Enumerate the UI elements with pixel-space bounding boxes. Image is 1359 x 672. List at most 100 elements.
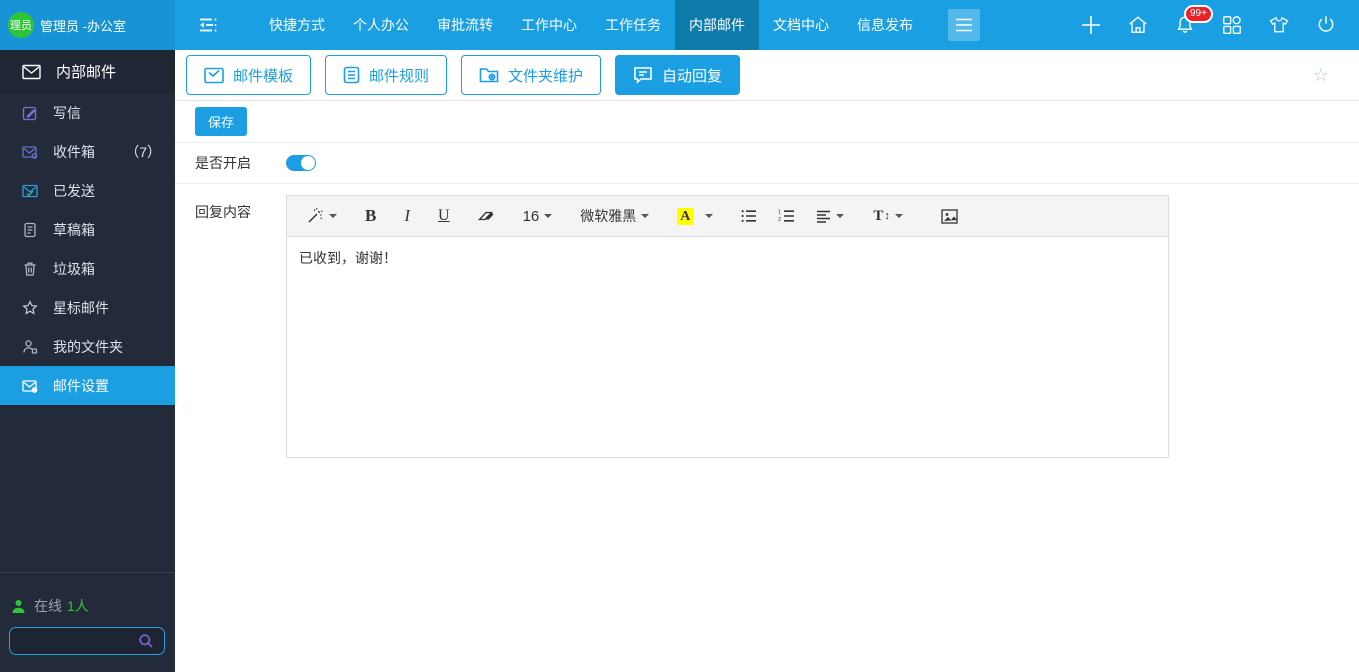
sidebar-item-trash[interactable]: 垃圾箱 — [0, 249, 175, 288]
notifications-bell-icon[interactable]: 99+ — [1174, 5, 1213, 38]
search-icon[interactable] — [138, 633, 154, 649]
mail-template-icon — [204, 67, 224, 84]
topbar: 理员 管理员 -办公室 快捷方式 个人办公 审批流转 工作中心 工作任务 内部邮… — [0, 0, 1359, 50]
svg-text:2: 2 — [778, 217, 781, 223]
sidebar-item-my-folders[interactable]: 我的文件夹 — [0, 327, 175, 366]
sent-icon — [22, 183, 38, 199]
avatar: 理员 — [8, 12, 34, 38]
sidebar-item-starred[interactable]: 星标邮件 — [0, 288, 175, 327]
home-icon[interactable] — [1127, 12, 1149, 38]
tab-mail-templates[interactable]: 邮件模板 — [186, 55, 312, 95]
apps-grid-icon[interactable] — [1221, 12, 1243, 38]
line-height-letter: T — [873, 207, 884, 224]
tab-auto-reply[interactable]: 自动回复 — [615, 55, 741, 95]
nav-item-personal-office[interactable]: 个人办公 — [339, 0, 423, 50]
settings-tabs-row: 邮件模板 邮件规则 文件夹维护 自动回复 ☆ — [175, 50, 1359, 101]
sidebar-item-label: 已发送 — [53, 182, 95, 199]
bold-button[interactable]: B — [361, 203, 380, 229]
sidebar-item-label: 我的文件夹 — [53, 338, 123, 355]
add-icon[interactable] — [1080, 12, 1102, 38]
sidebar-item-label: 邮件设置 — [53, 377, 109, 394]
sidebar-title: 内部邮件 — [0, 50, 175, 93]
save-row: 保存 — [175, 101, 1359, 143]
save-button[interactable]: 保存 — [195, 107, 248, 136]
enable-row: 是否开启 — [175, 143, 1359, 184]
notification-badge: 99+ — [1184, 5, 1213, 23]
dropdown-caret — [329, 214, 337, 218]
trash-icon — [22, 261, 38, 277]
online-user-icon — [11, 599, 26, 614]
star-icon — [22, 299, 38, 316]
enable-toggle[interactable] — [286, 155, 316, 171]
sidebar-item-label: 星标邮件 — [53, 299, 109, 316]
inbox-unread-count: （7） — [125, 143, 161, 160]
sidebar-title-label: 内部邮件 — [56, 64, 117, 81]
numbered-list-button[interactable]: 12 — [774, 206, 799, 226]
font-family-value: 微软雅黑 — [580, 208, 637, 224]
sidebar-item-mail-settings[interactable]: 邮件设置 — [0, 366, 175, 405]
sidebar-search — [9, 627, 166, 655]
nav-label: 快捷方式 — [269, 17, 325, 33]
mail-icon — [22, 64, 41, 80]
bold-label: B — [365, 206, 377, 225]
editor-content[interactable]: 已收到，谢谢！ — [287, 237, 1168, 457]
tab-mail-rules[interactable]: 邮件规则 — [325, 55, 448, 95]
tab-label: 邮件模板 — [233, 67, 294, 85]
font-family-select[interactable]: 微软雅黑 — [576, 203, 653, 229]
align-button[interactable] — [812, 207, 848, 226]
sidebar-footer: 在线 1人 — [0, 572, 175, 672]
sidebar-item-sent[interactable]: 已发送 — [0, 171, 175, 210]
nav-item-shortcuts[interactable]: 快捷方式 — [255, 0, 339, 50]
font-color-button[interactable]: A — [673, 205, 717, 228]
sidebar-item-label: 写信 — [53, 104, 81, 121]
magic-format-button[interactable] — [301, 204, 341, 229]
tab-label: 邮件规则 — [369, 67, 430, 85]
italic-button[interactable]: I — [400, 203, 414, 229]
nav-item-approval-flow[interactable]: 审批流转 — [423, 0, 507, 50]
main-nav: 快捷方式 个人办公 审批流转 工作中心 工作任务 内部邮件 文档中心 信息发布 — [175, 0, 1080, 50]
eraser-format-button[interactable] — [474, 206, 499, 227]
user-area[interactable]: 理员 管理员 -办公室 — [0, 0, 175, 50]
favorite-star-icon[interactable]: ☆ — [1313, 65, 1329, 86]
nav-label: 内部邮件 — [689, 17, 745, 33]
nav-label: 个人办公 — [353, 17, 409, 33]
more-menu-button[interactable] — [948, 9, 980, 41]
underline-button[interactable]: U — [434, 204, 454, 228]
reply-content-label: 回复内容 — [195, 204, 251, 220]
nav-item-internal-mail[interactable]: 内部邮件 — [675, 0, 759, 50]
sidebar-item-compose[interactable]: 写信 — [0, 93, 175, 132]
sidebar-item-drafts[interactable]: 草稿箱 — [0, 210, 175, 249]
sidebar-item-label: 收件箱 — [53, 143, 95, 160]
username: 管理员 -办公室 — [40, 18, 126, 34]
font-size-select[interactable]: 16 — [519, 205, 557, 228]
dropdown-caret — [705, 214, 714, 218]
avatar-text: 理员 — [10, 20, 32, 32]
topbar-actions: 99+ — [1080, 0, 1359, 50]
svg-text:1: 1 — [778, 210, 781, 216]
nav-item-work-tasks[interactable]: 工作任务 — [591, 0, 675, 50]
insert-image-button[interactable] — [937, 206, 962, 227]
nav-label: 审批流转 — [437, 17, 493, 33]
collapse-menu-icon[interactable] — [197, 14, 219, 36]
power-logout-icon[interactable] — [1315, 12, 1337, 38]
inbox-icon — [22, 144, 38, 160]
nav-item-work-center[interactable]: 工作中心 — [507, 0, 591, 50]
dropdown-caret — [894, 214, 903, 218]
nav-item-info-release[interactable]: 信息发布 — [843, 0, 927, 50]
bullet-list-button[interactable] — [737, 206, 761, 226]
italic-label: I — [404, 206, 411, 225]
auto-reply-icon — [633, 66, 653, 84]
nav-label: 信息发布 — [857, 17, 913, 33]
nav-label: 文档中心 — [773, 17, 829, 33]
sidebar-item-inbox[interactable]: 收件箱 （7） — [0, 132, 175, 171]
tab-label: 自动回复 — [662, 67, 723, 85]
dropdown-caret — [836, 214, 845, 218]
line-height-button[interactable]: T ↕ — [869, 205, 907, 228]
theme-shirt-icon[interactable] — [1268, 12, 1290, 38]
updown-arrow: ↕ — [884, 210, 890, 222]
tab-folder-maintenance[interactable]: 文件夹维护 — [461, 55, 602, 95]
nav-item-document-center[interactable]: 文档中心 — [759, 0, 843, 50]
online-label: 在线 — [34, 598, 62, 614]
nav-label: 工作中心 — [521, 17, 577, 33]
